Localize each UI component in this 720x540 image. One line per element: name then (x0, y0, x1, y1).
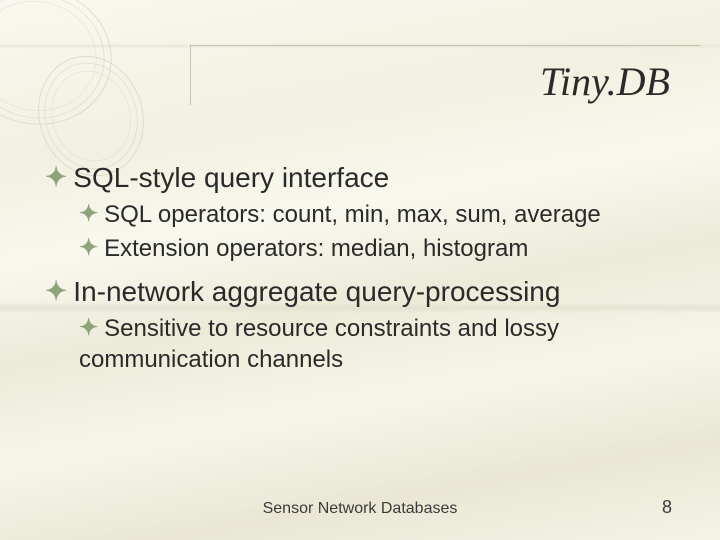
footer-title: Sensor Network Databases (0, 500, 720, 518)
star-icon: ✦ (45, 275, 67, 308)
star-icon: ✦ (79, 199, 98, 228)
decorative-sphere (0, 0, 125, 139)
star-icon: ✦ (45, 161, 67, 194)
slide-title: Tiny.DB (540, 58, 670, 105)
bullet-text: Sensitive to resource constraints and lo… (79, 315, 559, 373)
page-number: 8 (662, 497, 672, 518)
bullet-level1: ✦In-network aggregate query-processing (45, 274, 680, 309)
star-icon: ✦ (79, 313, 98, 342)
divider-horizontal (190, 45, 700, 46)
bullet-level2: ✦Sensitive to resource constraints and l… (79, 313, 680, 375)
slide: Tiny.DB ✦SQL-style query interface ✦SQL … (0, 0, 720, 540)
bullet-text: SQL-style query interface (73, 162, 389, 193)
bullet-text: Extension operators: median, histogram (104, 235, 528, 262)
slide-content: ✦SQL-style query interface ✦SQL operator… (45, 150, 680, 378)
divider-vertical (190, 45, 191, 105)
bullet-level2: ✦Extension operators: median, histogram (79, 233, 680, 265)
star-icon: ✦ (79, 233, 98, 262)
bullet-level2: ✦SQL operators: count, min, max, sum, av… (79, 199, 680, 231)
bullet-level1: ✦SQL-style query interface (45, 160, 680, 195)
bullet-text: In-network aggregate query-processing (73, 276, 560, 307)
bullet-text: SQL operators: count, min, max, sum, ave… (104, 201, 601, 228)
